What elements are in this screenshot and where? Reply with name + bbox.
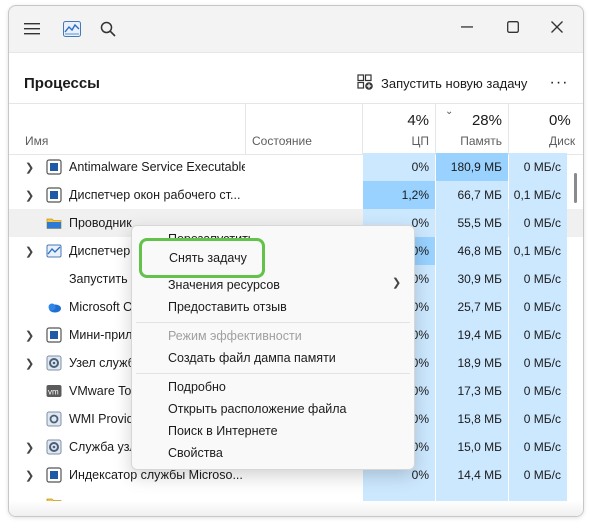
column-disk[interactable]: 0% Диск [509,104,583,154]
table-row[interactable]: ❯ Диспетчер окон рабочего ст... 1,2% 66,… [9,181,583,209]
menu-item-efficiency-mode: Режим эффективности [168,329,302,343]
submenu-chevron-icon: ❯ [392,277,402,289]
menu-item-end-task[interactable]: Снять задачу [169,251,247,265]
table-row[interactable]: ❯ Antimalware Service Executable 0% 180,… [9,153,583,181]
cpu-cell: 0% [363,153,435,181]
memory-cell: 18,9 МБ [436,349,508,377]
memory-cell: 15,8 МБ [436,405,508,433]
menu-item-resource-values[interactable]: Значения ресурсов [168,278,280,292]
memory-cell: 66,7 МБ [436,181,508,209]
memory-total-percent: 28% [471,112,502,129]
disk-cell: 0 МБ/с [509,209,567,237]
vmware-icon: vm [46,383,62,399]
window-bottom-edge [9,501,583,516]
process-name: Antimalware Service Executable [69,160,245,174]
memory-column-label: Память [460,134,502,148]
memory-cell: 55,5 МБ [436,209,508,237]
column-cpu[interactable]: 4% ЦП [363,104,435,154]
disk-cell: 0 МБ/с [509,265,567,293]
cpu-cell: 1,2% [363,181,435,209]
more-options-button[interactable]: ··· [547,71,571,95]
folder-icon [46,215,62,231]
gear-icon [46,439,62,455]
run-task-label: Запустить новую задачу [381,75,528,91]
menu-separator [136,322,410,323]
memory-cell: 14,4 МБ [436,461,508,489]
expand-chevron-icon[interactable]: ❯ [25,357,35,370]
expand-chevron-icon[interactable]: ❯ [25,441,35,454]
memory-cell: 25,7 МБ [436,293,508,321]
screenshot-frame: Процессы Запустить новую задачу ··· Имя … [0,0,590,522]
menu-item-search-online[interactable]: Поиск в Интернете [168,424,278,438]
defender-icon [46,159,62,175]
column-divider [245,104,246,154]
wmi-icon [46,411,62,427]
memory-cell: 180,9 МБ [436,153,508,181]
disk-cell: 0 МБ/с [509,377,567,405]
task-manager-app-icon [61,18,83,40]
search-icon[interactable] [97,18,119,40]
column-memory[interactable]: ⌄ 28% Память [436,104,508,154]
maximize-icon[interactable] [491,12,535,42]
widgets-icon [46,327,62,343]
disk-cell: 0 МБ/с [509,153,567,181]
gear-icon [46,355,62,371]
expand-chevron-icon[interactable]: ❯ [25,189,35,202]
page-title: Процессы [24,75,100,92]
disk-cell: 0 МБ/с [509,293,567,321]
close-icon[interactable] [535,12,579,42]
disk-cell: 0 МБ/с [509,405,567,433]
indexer-icon [46,467,62,483]
disk-cell: 0 МБ/с [509,349,567,377]
column-header-row: Имя Состояние 4% ЦП ⌄ 28% Память 0% Диск [9,103,583,155]
menu-item-details[interactable]: Подробно [168,380,226,394]
column-status[interactable]: Состояние [252,104,362,154]
menu-item-feedback[interactable]: Предоставить отзыв [168,300,287,314]
menu-separator [136,373,410,374]
window-icon [46,187,62,203]
column-name[interactable]: Имя [25,104,245,154]
cloud-icon [46,299,62,315]
expand-chevron-icon[interactable]: ❯ [25,329,35,342]
column-name-label: Имя [25,134,49,148]
disk-cell: 0 МБ/с [509,461,567,489]
menu-item-end-task-highlight[interactable]: Снять задачу [139,238,265,278]
disk-total-percent: 0% [549,112,571,129]
svg-text:vm: vm [48,388,59,397]
cpu-column-label: ЦП [411,134,429,148]
expand-chevron-icon[interactable]: ❯ [25,245,35,258]
chart-icon [46,243,62,259]
run-new-task-button[interactable]: Запустить новую задачу [357,69,527,97]
process-name: Диспетчер окон рабочего ст... [69,188,241,202]
disk-cell: 0 МБ/с [509,433,567,461]
memory-cell: 15,0 МБ [436,433,508,461]
run-task-icon [357,73,373,93]
cpu-total-percent: 4% [407,112,429,129]
menu-item-properties[interactable]: Свойства [168,446,223,460]
disk-cell: 0,1 МБ/с [509,237,567,265]
minimize-icon[interactable] [445,12,489,42]
memory-cell: 19,4 МБ [436,321,508,349]
title-bar [9,6,583,52]
disk-cell: 0 МБ/с [509,321,567,349]
disk-cell: 0,1 МБ/с [509,181,567,209]
vertical-scrollbar[interactable] [574,173,577,203]
memory-cell: 46,8 МБ [436,237,508,265]
memory-cell: 30,9 МБ [436,265,508,293]
memory-cell: 17,3 МБ [436,377,508,405]
expand-chevron-icon[interactable]: ❯ [25,469,35,482]
sort-chevron-down-icon: ⌄ [445,106,454,117]
column-status-label: Состояние [252,134,312,148]
menu-item-open-file-location[interactable]: Открыть расположение файла [168,402,347,416]
expand-chevron-icon[interactable]: ❯ [25,161,35,174]
disk-column-label: Диск [549,134,576,148]
menu-item-create-dump[interactable]: Создать файл дампа памяти [168,351,336,365]
process-name: Индексатор службы Microso... [69,468,243,482]
hamburger-menu-icon[interactable] [21,18,43,40]
